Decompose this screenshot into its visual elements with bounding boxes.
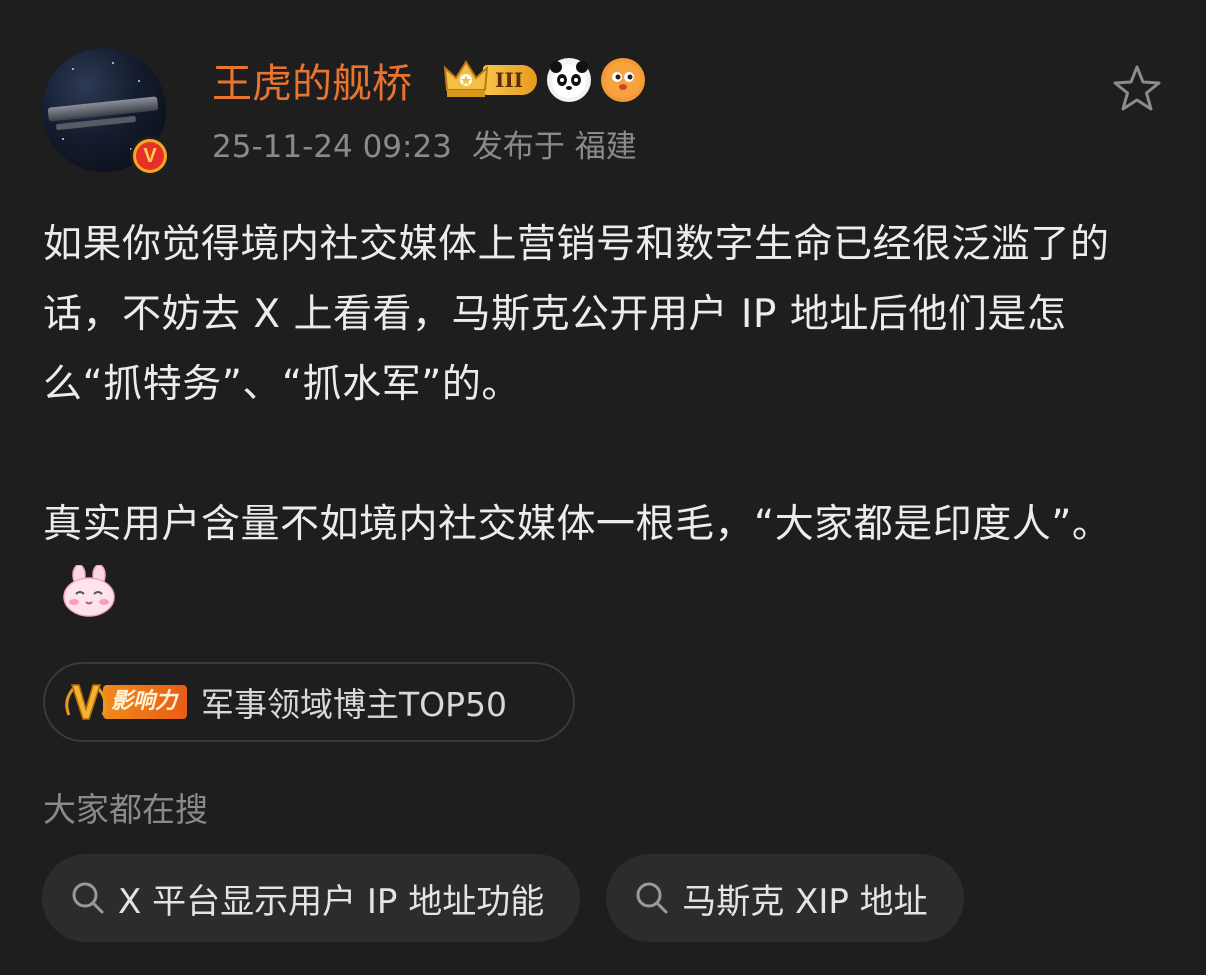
search-chip-label: 马斯克 XIP 地址	[682, 881, 928, 922]
author-name[interactable]: 王虎的舰桥	[212, 56, 412, 112]
panda-icon[interactable]	[547, 58, 592, 102]
search-chip[interactable]: X 平台显示用户 IP 地址功能	[42, 854, 581, 942]
author-badges: III	[443, 58, 646, 102]
verified-badge: V	[130, 136, 170, 176]
influence-tag[interactable]: 影响力 军事领域博主TOP50	[43, 662, 575, 742]
influence-label: 军事领域博主TOP50	[201, 685, 508, 724]
member-rank-badge[interactable]: III	[443, 60, 538, 100]
influence-badge-text: 影响力	[103, 685, 188, 719]
influence-logo: 影响力	[63, 679, 188, 725]
post-meta: 25-11-24 09:23 发布于 福建	[212, 124, 637, 170]
search-chip[interactable]: 马斯克 XIP 地址	[606, 854, 964, 942]
post-content: 如果你觉得境内社交媒体上营销号和数字生命已经很泛滥了的话，不妨去 X 上看看，马…	[43, 210, 1158, 630]
post-location: 发布于 福建	[471, 129, 637, 165]
rank-level: III	[483, 65, 538, 95]
pink-bunny-emoji-icon	[63, 565, 115, 617]
post-paragraph: 如果你觉得境内社交媒体上营销号和数字生命已经很泛滥了的话，不妨去 X 上看看，马…	[43, 222, 1110, 407]
trending-chips: X 平台显示用户 IP 地址功能 马斯克 XIP 地址	[42, 854, 964, 942]
favorite-star-icon[interactable]	[1110, 62, 1164, 116]
crown-icon	[443, 60, 489, 97]
trending-section-title: 大家都在搜	[43, 790, 208, 829]
search-icon	[72, 882, 104, 914]
v-laurel-icon	[65, 684, 107, 720]
search-icon	[636, 882, 668, 914]
author-avatar[interactable]: V	[42, 48, 170, 176]
search-chip-label: X 平台显示用户 IP 地址功能	[118, 881, 545, 922]
post-paragraph: 真实用户含量不如境内社交媒体一根毛，“大家都是印度人”。	[43, 490, 1158, 630]
pufferfish-icon[interactable]	[601, 58, 646, 102]
post-time: 25-11-24 09:23	[212, 129, 452, 165]
